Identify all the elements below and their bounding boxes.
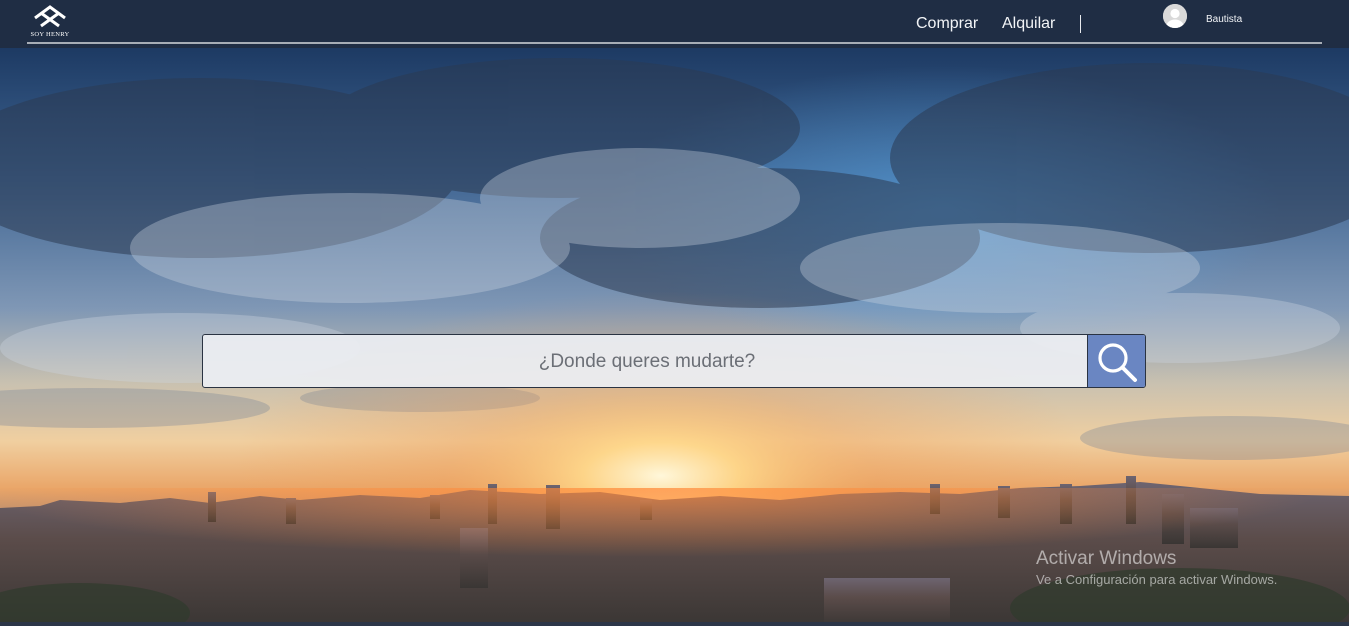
windows-activation-watermark: Activar Windows Ve a Configuración para … — [1036, 548, 1277, 587]
top-navbar: SOY HENRY Comprar Alquilar Bautista — [0, 0, 1349, 48]
search-input[interactable] — [203, 335, 1091, 387]
watermark-subtitle: Ve a Configuración para activar Windows. — [1036, 572, 1278, 587]
search-button[interactable] — [1087, 335, 1145, 387]
user-name[interactable]: Bautista — [1206, 14, 1242, 25]
user-avatar-icon[interactable] — [1163, 4, 1187, 28]
soy-henry-logo[interactable]: SOY HENRY — [28, 4, 72, 40]
nav-link-alquilar[interactable]: Alquilar — [1002, 15, 1055, 33]
house-logo-icon — [34, 5, 66, 28]
bottom-strip — [0, 622, 1349, 626]
search-icon — [1098, 343, 1137, 382]
nav-link-comprar[interactable]: Comprar — [916, 15, 978, 33]
watermark-title: Activar Windows — [1036, 548, 1177, 569]
nav-divider — [1080, 15, 1081, 33]
navbar-underline — [27, 42, 1322, 44]
logo-text: SOY HENRY — [30, 31, 70, 38]
search-bar — [202, 334, 1146, 388]
